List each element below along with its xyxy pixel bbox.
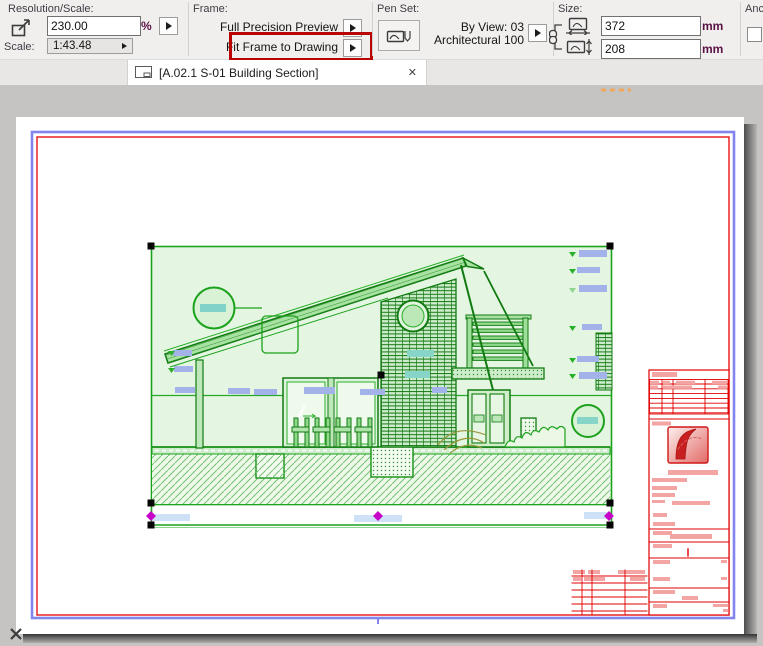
menu-arrow-icon <box>350 44 356 52</box>
tab-bar: [A.02.1 S-01 Building Section] ✕ <box>0 60 763 85</box>
menu-arrow-icon <box>166 22 172 30</box>
scale-value: 1:43.48 <box>53 40 91 52</box>
height-unit: mm <box>702 42 723 56</box>
divider <box>188 2 189 56</box>
anchor-checkbox[interactable] <box>747 27 762 42</box>
size-height-input[interactable] <box>601 39 701 59</box>
page-shadow-right <box>744 124 757 642</box>
company-logo <box>668 427 708 463</box>
divider <box>372 2 373 56</box>
pen-set-button[interactable] <box>378 20 420 51</box>
tab-layout-building-section[interactable]: [A.02.1 S-01 Building Section] ✕ <box>127 60 427 85</box>
anchor-label: Anch <box>745 3 763 15</box>
chain-link-icon <box>549 21 563 53</box>
resolution-unit: % <box>141 19 152 33</box>
tab-title: [A.02.1 S-01 Building Section] <box>159 66 318 80</box>
width-unit: mm <box>702 19 723 33</box>
size-width-input[interactable] <box>601 16 701 36</box>
full-precision-menu-button[interactable] <box>343 19 362 37</box>
scale-label: Scale: <box>4 41 35 53</box>
pen-set-icon <box>386 27 412 45</box>
pen-set-menu-button[interactable] <box>528 24 547 42</box>
pen-set-by-view[interactable]: By View: 03 Architectural 100 <box>430 21 524 47</box>
full-precision-preview-button[interactable]: Full Precision Preview <box>195 20 338 34</box>
tab-close-icon[interactable]: ✕ <box>408 66 417 79</box>
ground-section <box>152 447 610 504</box>
size-label: Size: <box>558 3 582 15</box>
by-view-line2: Architectural 100 <box>434 33 524 47</box>
tree-right <box>572 405 604 437</box>
brick-wall <box>381 279 456 447</box>
layout-canvas[interactable] <box>0 85 763 646</box>
column <box>196 360 203 448</box>
drawing-building-section[interactable] <box>146 243 614 529</box>
frame-label: Frame: <box>193 3 228 15</box>
drawing-width-icon <box>565 17 597 35</box>
resolution-menu-button[interactable] <box>159 17 178 35</box>
resolution-scale-label: Resolution/Scale: <box>8 3 94 15</box>
menu-arrow-icon <box>350 24 356 32</box>
fit-frame-menu-button[interactable] <box>343 39 362 57</box>
divider <box>740 2 741 56</box>
fit-frame-to-drawing-button[interactable]: Fit Frame to Drawing <box>195 40 338 54</box>
resolution-input[interactable] <box>47 16 141 36</box>
by-view-line1: By View: 03 <box>461 20 524 34</box>
archicad-window: Resolution/Scale: % Scale: 1:43.48 Frame… <box>0 0 763 646</box>
drawing-height-icon <box>565 38 597 56</box>
layout-tab-icon <box>135 66 153 79</box>
pen-set-label: Pen Set: <box>377 3 419 15</box>
page-shadow-bottom <box>23 634 757 643</box>
dropdown-arrow-icon <box>122 43 127 49</box>
resolution-icon <box>10 17 34 39</box>
scale-dropdown[interactable]: 1:43.48 <box>47 38 133 54</box>
drawing-settings-toolbar: Resolution/Scale: % Scale: 1:43.48 Frame… <box>0 0 763 60</box>
menu-arrow-icon <box>535 29 541 37</box>
